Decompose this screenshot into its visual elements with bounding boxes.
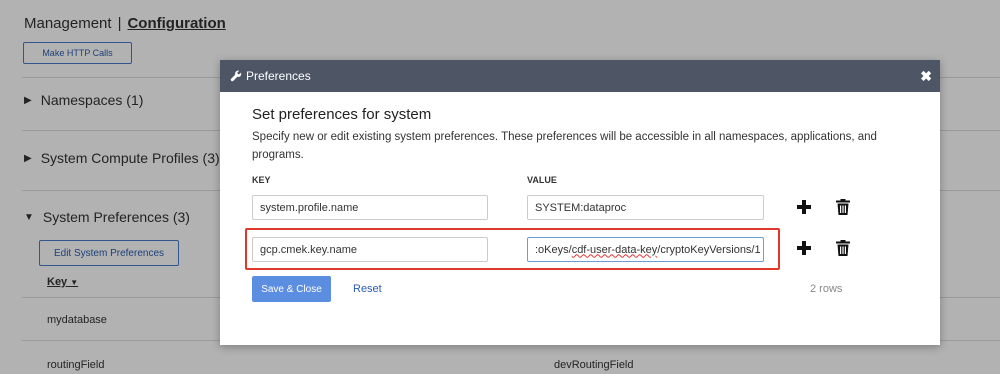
rows-count: 2 rows	[810, 283, 843, 295]
modal-title: Set preferences for system	[252, 106, 432, 123]
preference-value-input[interactable]: :oKeys/cdf-user-data-key/cryptoKeyVersio…	[527, 237, 764, 262]
value-text-suffix: /cryptoKeyVersions/1	[657, 243, 761, 256]
close-icon[interactable]: ✖	[920, 68, 932, 85]
save-close-button[interactable]: Save & Close	[252, 276, 331, 302]
wrench-icon	[230, 70, 242, 82]
add-row-icon[interactable]	[797, 241, 811, 255]
reset-link[interactable]: Reset	[353, 283, 382, 295]
value-column-label: VALUE	[527, 175, 557, 185]
value-text-misspelled: cdf-user-data-key	[571, 243, 658, 256]
trash-icon[interactable]	[836, 240, 850, 256]
preference-value-input[interactable]: SYSTEM:dataproc	[527, 195, 764, 220]
modal-header-title: Preferences	[246, 69, 311, 83]
key-column-label: KEY	[252, 175, 271, 185]
modal-header: Preferences ✖	[220, 60, 940, 92]
value-text-prefix: :oKeys/	[535, 243, 572, 256]
preference-key-input[interactable]: gcp.cmek.key.name	[252, 237, 488, 262]
preferences-modal: Preferences ✖ Set preferences for system…	[220, 60, 940, 345]
trash-icon[interactable]	[836, 199, 850, 215]
modal-description: Specify new or edit existing system pref…	[252, 131, 877, 161]
preference-key-input[interactable]: system.profile.name	[252, 195, 488, 220]
add-row-icon[interactable]	[797, 200, 811, 214]
